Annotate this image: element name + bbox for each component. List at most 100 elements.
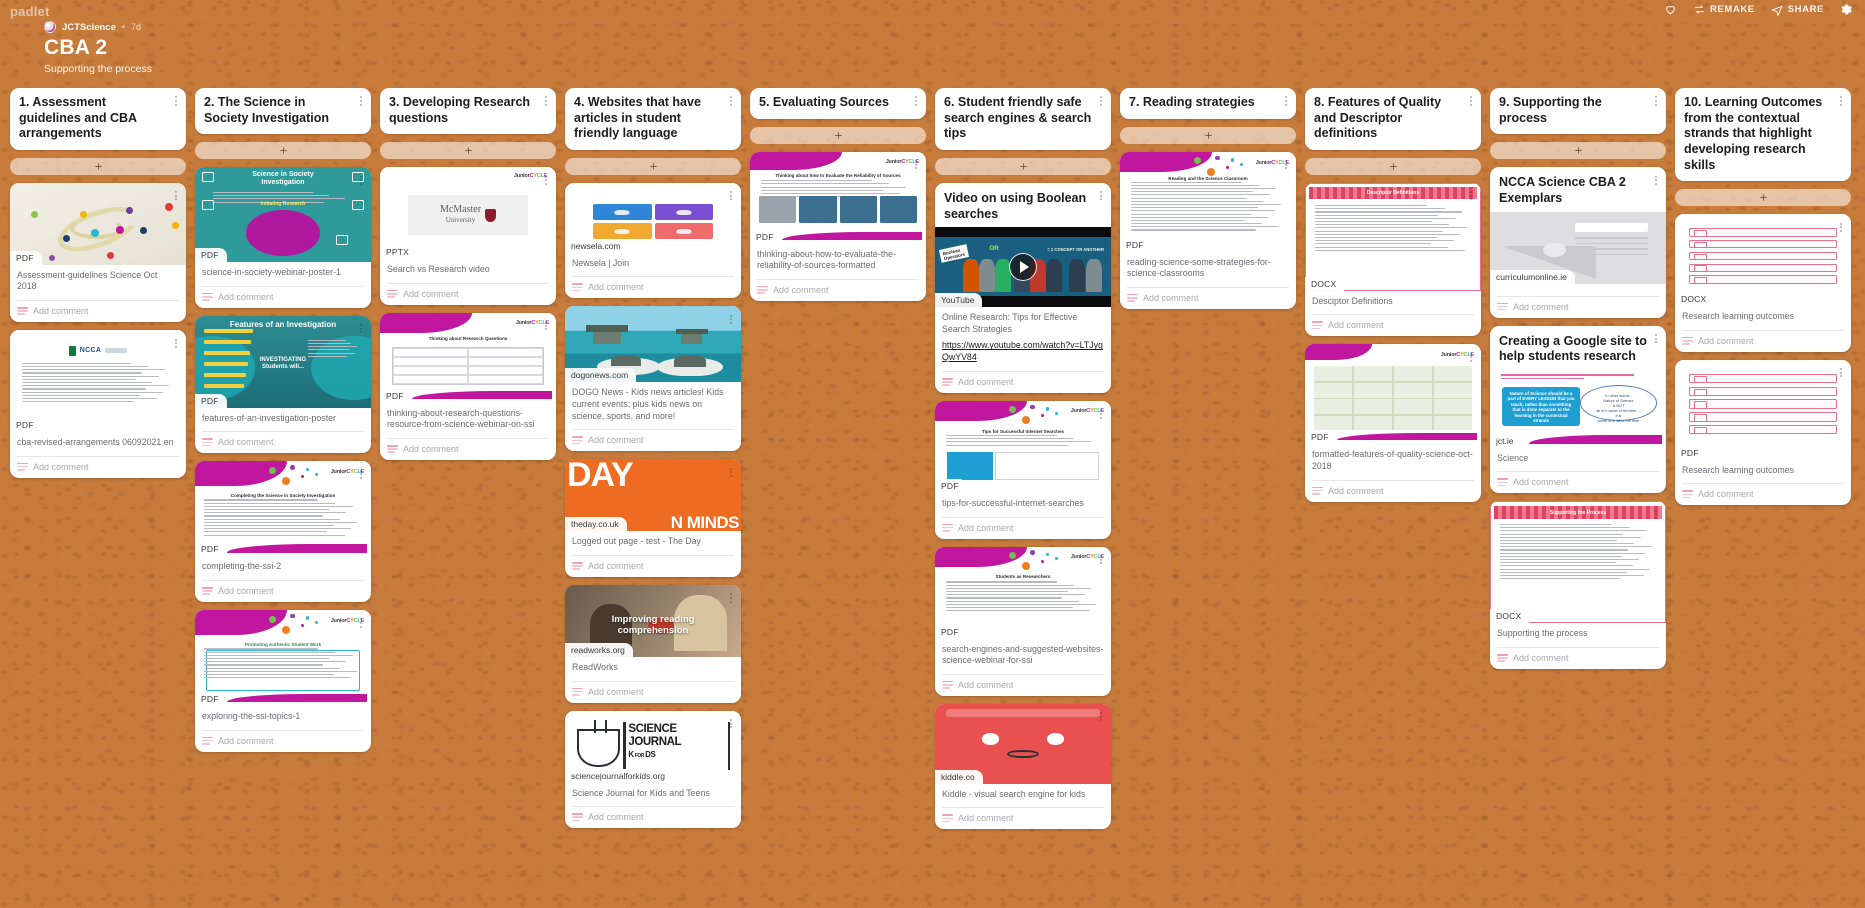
column-header[interactable]: 6. Student friendly safe search engines … xyxy=(935,88,1111,150)
play-icon[interactable] xyxy=(1009,253,1037,282)
card-thumbnail[interactable]: Supporting the Process DOCX xyxy=(1490,501,1666,624)
add-comment-row[interactable]: Add comment xyxy=(942,807,1104,829)
add-comment-row[interactable]: Add comment xyxy=(572,680,734,703)
card-thumbnail[interactable]: NCCA PDF xyxy=(10,330,186,433)
add-comment-row[interactable]: Add comment xyxy=(572,429,734,451)
card-thumbnail[interactable]: Science in Society Investigation Initiatin… xyxy=(195,167,371,263)
post-card[interactable]: NCCA PDF cba-revised-arrangements 06092021… xyxy=(10,330,186,478)
post-card[interactable]: JuniorCYCLE Completing the Science in Soc… xyxy=(195,461,371,603)
add-post-button[interactable] xyxy=(1120,126,1296,144)
remake-button[interactable]: REMAKE xyxy=(1693,3,1755,16)
post-card[interactable]: JuniorCYCLE Students as Researchers PDF sea… xyxy=(935,546,1111,696)
card-menu-icon[interactable] xyxy=(171,189,181,203)
card-menu-icon[interactable] xyxy=(1836,366,1846,380)
add-comment-row[interactable]: Add comment xyxy=(202,729,364,752)
add-comment-row[interactable]: Add comment xyxy=(942,516,1104,539)
add-post-button[interactable] xyxy=(380,142,556,160)
post-card[interactable]: Features of an Investigation INVESTIGATIN… xyxy=(195,315,371,454)
card-thumbnail[interactable]: JuniorCYCLE PDF xyxy=(1305,344,1481,445)
card-menu-icon[interactable] xyxy=(356,173,366,187)
post-card[interactable]: Descriptor Definitions DOCX Desciptor Defi… xyxy=(1305,182,1481,337)
post-card[interactable]: JuniorCYCLEMcMasterUniversityPPTX Search … xyxy=(380,167,556,305)
card-thumbnail[interactable]: JuniorCYCLE Thinking about Research Quest… xyxy=(380,312,556,403)
card-thumbnail[interactable]: Nature of Science should be a part of EV… xyxy=(1490,369,1666,448)
post-card[interactable]: kiddle.co Kiddle - visual search engine f… xyxy=(935,703,1111,830)
column-menu-icon[interactable] xyxy=(911,94,921,108)
card-menu-icon[interactable] xyxy=(1651,507,1661,521)
post-card[interactable]: Creating a Google site to help students … xyxy=(1490,325,1666,494)
post-card[interactable]: JuniorCYCLE Reading and the Science Class… xyxy=(1120,151,1296,309)
card-thumbnail[interactable]: SCIENCE JOURNAL K FOR DS sciencejournalfork… xyxy=(565,710,741,783)
add-post-button[interactable] xyxy=(1490,142,1666,160)
column-menu-icon[interactable] xyxy=(1836,94,1846,108)
post-card[interactable]: Science in Society Investigation Initiatin… xyxy=(195,167,371,308)
add-comment-row[interactable]: Add comment xyxy=(572,276,734,298)
add-comment-row[interactable]: Add comment xyxy=(17,300,179,322)
card-thumbnail[interactable]: Features of an Investigation INVESTIGATIN… xyxy=(195,315,371,408)
add-comment-row[interactable]: Add comment xyxy=(387,438,549,460)
card-thumbnail[interactable]: Descriptor Definitions DOCX xyxy=(1305,182,1481,291)
add-comment-row[interactable]: Add comment xyxy=(1497,295,1659,318)
add-comment-row[interactable]: Add comment xyxy=(1312,479,1474,502)
add-comment-row[interactable]: Add comment xyxy=(1312,314,1474,336)
card-menu-icon[interactable] xyxy=(1651,332,1661,346)
card-menu-icon[interactable] xyxy=(356,467,366,481)
column-header[interactable]: 3. Developing Research questions xyxy=(380,88,556,135)
post-card[interactable]: DOCX Research learning outcomes Add commen… xyxy=(1675,214,1851,352)
card-thumbnail[interactable]: Improving reading comprehension readworks.… xyxy=(565,584,741,657)
column-header[interactable]: 2. The Science in Society Investigation xyxy=(195,88,371,135)
card-menu-icon[interactable] xyxy=(1096,189,1106,203)
add-post-button[interactable] xyxy=(195,142,371,160)
card-thumbnail[interactable]: DAY N MINDS theday.co.uk xyxy=(565,459,741,532)
card-menu-icon[interactable] xyxy=(726,717,736,731)
card-menu-icon[interactable] xyxy=(541,319,551,333)
board-subtitle[interactable]: Supporting the process xyxy=(44,63,152,75)
card-thumbnail[interactable]: PDF xyxy=(10,182,186,265)
add-post-button[interactable] xyxy=(565,157,741,175)
post-card[interactable]: NCCA Science CBA 2 Exemplars curriculumon… xyxy=(1490,167,1666,318)
card-thumbnail[interactable]: JuniorCYCLE Students as Researchers PDF xyxy=(935,546,1111,639)
column-menu-icon[interactable] xyxy=(356,94,366,108)
post-card[interactable]: Supporting the Process DOCX Supporting the… xyxy=(1490,501,1666,669)
add-comment-row[interactable]: Add comment xyxy=(572,806,734,828)
card-link[interactable]: https://www.youtube.com/watch?v=LTJygQwY… xyxy=(942,340,1104,364)
column-header[interactable]: 5. Evaluating Sources xyxy=(750,88,926,119)
column-header[interactable]: 7. Reading strategies xyxy=(1120,88,1296,119)
share-button[interactable]: SHARE xyxy=(1771,3,1824,16)
card-menu-icon[interactable] xyxy=(1466,189,1476,203)
add-comment-row[interactable]: Add comment xyxy=(1682,483,1844,505)
column-menu-icon[interactable] xyxy=(1466,94,1476,108)
post-card[interactable]: JuniorCYCLE Tips for Successful Internet … xyxy=(935,400,1111,539)
card-menu-icon[interactable] xyxy=(1836,220,1846,234)
card-thumbnail[interactable]: curriculumonline.ie xyxy=(1490,211,1666,284)
card-thumbnail[interactable]: JuniorCYCLE Promoting Authentic Student W… xyxy=(195,610,371,707)
post-card[interactable]: JuniorCYCLE Promoting Authentic Student W… xyxy=(195,610,371,752)
add-post-button[interactable] xyxy=(1675,189,1851,207)
column-header[interactable]: 8. Features of Quality and Descriptor de… xyxy=(1305,88,1481,150)
favorite-button[interactable] xyxy=(1664,3,1677,16)
add-comment-row[interactable]: Add comment xyxy=(17,455,179,478)
padlet-logo[interactable]: padlet xyxy=(10,4,49,19)
column-header[interactable]: 9. Supporting the process xyxy=(1490,88,1666,135)
post-card[interactable]: dogonews.com DOGO News - Kids news articl… xyxy=(565,306,741,452)
card-thumbnail[interactable]: JuniorCYCLE Tips for Successful Internet … xyxy=(935,400,1111,493)
card-menu-icon[interactable] xyxy=(726,465,736,479)
column-header[interactable]: 1. Assessment guidelines and CBA arrange… xyxy=(10,88,186,150)
column-menu-icon[interactable] xyxy=(1651,94,1661,108)
settings-button[interactable] xyxy=(1840,3,1853,16)
column-menu-icon[interactable] xyxy=(171,94,181,108)
column-menu-icon[interactable] xyxy=(1281,94,1291,108)
card-menu-icon[interactable] xyxy=(1466,350,1476,364)
add-comment-row[interactable]: Add comment xyxy=(942,673,1104,696)
add-comment-row[interactable]: Add comment xyxy=(757,278,919,301)
card-menu-icon[interactable] xyxy=(1096,710,1106,724)
card-menu-icon[interactable] xyxy=(726,591,736,605)
board-title[interactable]: CBA 2 xyxy=(44,36,152,60)
card-menu-icon[interactable] xyxy=(726,312,736,326)
post-card[interactable]: PDF Research learning outcomes Add comment xyxy=(1675,359,1851,506)
card-menu-icon[interactable] xyxy=(1096,407,1106,421)
column-menu-icon[interactable] xyxy=(726,94,736,108)
add-comment-row[interactable]: Add comment xyxy=(202,285,364,308)
card-thumbnail[interactable]: dogonews.com xyxy=(565,306,741,383)
add-comment-row[interactable]: Add comment xyxy=(1682,329,1844,352)
